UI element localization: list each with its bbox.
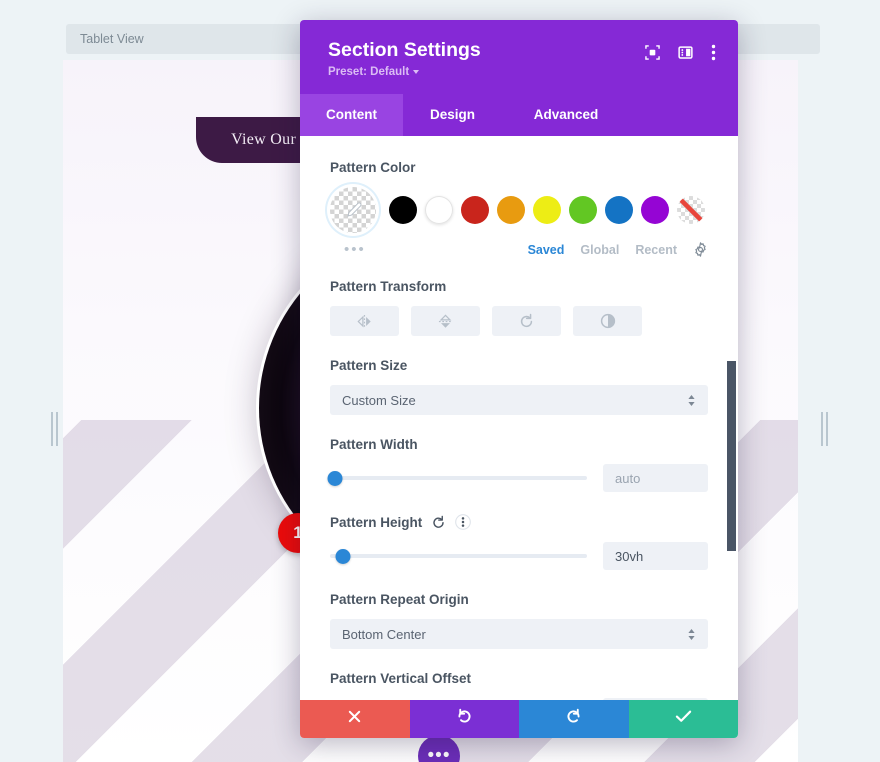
modal-tab-bar: Content Design Advanced [300, 94, 738, 137]
tab-design[interactable]: Design [403, 94, 502, 136]
swatch-blue[interactable] [605, 196, 633, 225]
pattern-vertical-offset-input[interactable]: 0% [603, 698, 708, 700]
modal-header: Section Settings Preset: Default [300, 20, 738, 95]
focus-mode-icon[interactable] [645, 45, 660, 60]
pattern-repeat-origin-label: Pattern Repeat Origin [330, 592, 469, 608]
custom-color-picker[interactable] [330, 187, 376, 234]
modal-footer-actions [300, 700, 738, 738]
pattern-size-select[interactable]: Custom Size [330, 385, 708, 416]
modal-header-actions [645, 38, 716, 61]
pattern-width-input[interactable]: auto [603, 464, 708, 493]
preset-label: Preset: Default [328, 66, 410, 79]
color-tab-global[interactable]: Global [580, 243, 619, 257]
chevron-updown-icon [687, 394, 696, 407]
swatch-purple[interactable] [641, 196, 669, 225]
chevron-down-icon [413, 70, 420, 75]
pattern-height-slider-knob[interactable] [335, 548, 351, 564]
pattern-transform-label: Pattern Transform [330, 279, 447, 295]
pattern-repeat-origin-value: Bottom Center [342, 626, 426, 642]
tab-content[interactable]: Content [300, 94, 403, 137]
color-tab-saved[interactable]: Saved [528, 243, 565, 257]
redo-button[interactable] [519, 700, 629, 738]
pattern-transform-buttons [330, 306, 708, 337]
gear-icon[interactable] [693, 242, 708, 258]
pattern-width-label: Pattern Width [330, 437, 418, 453]
field-pattern-size: Pattern Size Custom Size [330, 358, 708, 416]
field-pattern-vertical-offset: Pattern Vertical Offset 0% [330, 671, 708, 700]
flip-vertical-icon[interactable] [411, 306, 480, 337]
pattern-repeat-origin-select[interactable]: Bottom Center [330, 619, 708, 650]
pattern-width-row: auto [327, 464, 708, 493]
cancel-button[interactable] [300, 700, 410, 738]
pattern-height-label-row: Pattern Height [330, 514, 708, 531]
swatch-black[interactable] [389, 196, 417, 225]
pattern-vertical-offset-row: 0% [330, 698, 708, 700]
swatch-none[interactable] [677, 196, 705, 225]
pattern-width-slider[interactable] [327, 469, 587, 487]
pattern-color-label: Pattern Color [330, 160, 416, 176]
swatch-red[interactable] [461, 196, 489, 225]
pattern-height-input[interactable]: 30vh [603, 542, 708, 571]
invert-icon[interactable] [573, 306, 642, 337]
save-button[interactable] [628, 700, 738, 738]
modal-scrollbar-thumb[interactable] [727, 361, 736, 552]
layout-panel-icon[interactable] [678, 45, 693, 60]
pattern-height-slider[interactable] [330, 547, 587, 565]
flip-horizontal-icon[interactable] [330, 306, 399, 337]
section-settings-modal: Section Settings Preset: Default Content… [300, 20, 738, 738]
preset-selector[interactable]: Preset: Default [328, 66, 420, 79]
color-tab-recent[interactable]: Recent [635, 243, 677, 257]
color-source-tabs: Saved Global Recent [528, 242, 708, 258]
chevron-updown-icon [687, 628, 696, 641]
field-pattern-transform: Pattern Transform [330, 279, 708, 337]
more-colors-icon[interactable]: ••• [330, 242, 366, 257]
swatch-orange[interactable] [497, 196, 525, 225]
pattern-width-value: auto [615, 470, 641, 486]
pattern-size-value: Custom Size [342, 392, 416, 408]
undo-icon [456, 708, 473, 730]
undo-button[interactable] [409, 700, 519, 738]
redo-icon [565, 708, 582, 730]
modal-body: Pattern Color ••• Saved Global Recent Pa… [300, 136, 738, 700]
check-icon [675, 709, 692, 729]
pattern-width-slider-knob[interactable] [327, 470, 343, 486]
viewport-tab-label: Tablet View [80, 32, 144, 46]
pattern-height-row: 30vh [330, 542, 708, 571]
swatch-white[interactable] [425, 196, 453, 225]
pattern-color-meta-row: ••• Saved Global Recent [330, 242, 708, 257]
more-options-icon[interactable] [711, 44, 716, 61]
more-options-icon[interactable] [455, 514, 472, 531]
field-pattern-repeat-origin: Pattern Repeat Origin Bottom Center [330, 592, 708, 650]
field-pattern-height: Pattern Height 30vh [330, 514, 708, 571]
swatch-green[interactable] [569, 196, 597, 225]
modal-scrollbar[interactable] [727, 136, 736, 700]
pattern-size-label: Pattern Size [330, 358, 408, 374]
pattern-color-swatches [330, 187, 708, 234]
modal-header-titles: Section Settings Preset: Default [328, 38, 481, 80]
pattern-height-value: 30vh [615, 548, 644, 564]
viewport-resize-handle-left[interactable] [48, 410, 60, 448]
swatch-yellow[interactable] [533, 196, 561, 225]
tab-advanced[interactable]: Advanced [502, 94, 630, 136]
reset-icon[interactable] [431, 515, 446, 530]
close-icon [347, 709, 362, 729]
viewport-resize-handle-right[interactable] [818, 410, 830, 448]
field-pattern-width: Pattern Width auto [327, 437, 708, 493]
pattern-vertical-offset-label: Pattern Vertical Offset [330, 671, 472, 687]
field-pattern-color: Pattern Color ••• Saved Global Recent [330, 160, 708, 257]
rotate-icon[interactable] [492, 306, 561, 337]
pattern-height-label: Pattern Height [330, 514, 423, 530]
modal-title: Section Settings [328, 39, 481, 61]
